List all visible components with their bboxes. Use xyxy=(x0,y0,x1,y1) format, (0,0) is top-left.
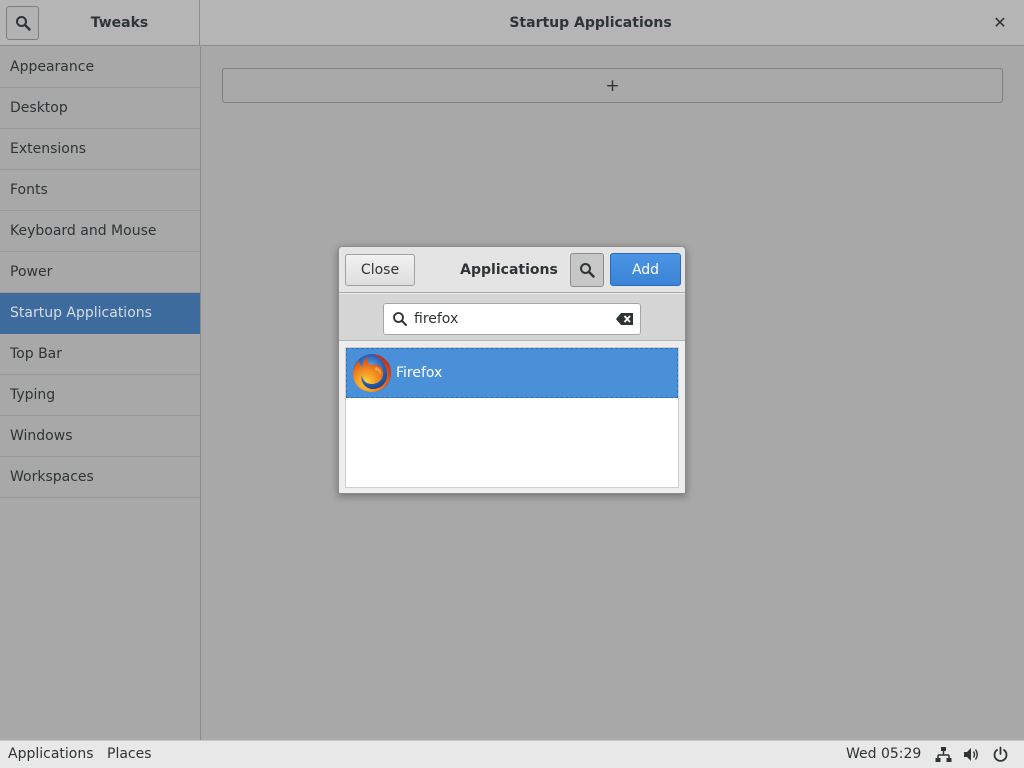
firefox-icon xyxy=(353,354,392,392)
sidebar-item-desktop[interactable]: Desktop xyxy=(0,88,200,129)
network-icon[interactable] xyxy=(935,746,952,763)
header-left: Tweaks xyxy=(0,0,200,46)
add-startup-application-button[interactable]: + xyxy=(222,68,1003,103)
search-bar: firefox xyxy=(339,294,685,341)
dialog-add-button[interactable]: Add xyxy=(610,253,681,286)
list-item-label: Firefox xyxy=(396,365,443,381)
sidebar-item-typing[interactable]: Typing xyxy=(0,375,200,416)
dialog-title: Applications xyxy=(460,262,558,278)
sidebar-item-workspaces[interactable]: Workspaces xyxy=(0,457,200,498)
clock[interactable]: Wed 05:29 xyxy=(846,741,921,768)
window-close-button[interactable]: ✕ xyxy=(990,12,1010,34)
panel-title: Startup Applications xyxy=(509,15,672,31)
header-bar: Tweaks Startup Applications ✕ xyxy=(0,0,1024,46)
sidebar: Appearance Desktop Extensions Fonts Keyboard… xyxy=(0,47,201,740)
list-item-firefox[interactable]: Firefox xyxy=(346,348,678,398)
applications-dialog: Close Applications Add firefox Firefox xyxy=(338,246,686,494)
volume-icon[interactable] xyxy=(963,746,980,763)
plus-icon: + xyxy=(605,75,620,96)
app-title: Tweaks xyxy=(90,15,149,31)
sidebar-item-extensions[interactable]: Extensions xyxy=(0,129,200,170)
sidebar-item-startup-applications[interactable]: Startup Applications xyxy=(0,293,200,334)
sidebar-item-keyboard-and-mouse[interactable]: Keyboard and Mouse xyxy=(0,211,200,252)
dialog-header: Close Applications Add xyxy=(339,247,685,293)
sidebar-item-power[interactable]: Power xyxy=(0,252,200,293)
search-input[interactable]: firefox xyxy=(383,303,641,335)
sidebar-item-fonts[interactable]: Fonts xyxy=(0,170,200,211)
dialog-close-button[interactable]: Close xyxy=(345,254,415,286)
sidebar-item-windows[interactable]: Windows xyxy=(0,416,200,457)
clear-text-icon[interactable] xyxy=(616,312,634,326)
search-input-value: firefox xyxy=(414,311,459,327)
places-menu[interactable]: Places xyxy=(107,741,152,768)
dialog-search-toggle-button[interactable] xyxy=(570,253,604,287)
applications-menu[interactable]: Applications xyxy=(8,741,94,768)
sidebar-item-appearance[interactable]: Appearance xyxy=(0,47,200,88)
close-icon: ✕ xyxy=(993,13,1007,32)
search-icon xyxy=(15,16,31,31)
search-icon xyxy=(580,263,595,278)
power-icon[interactable] xyxy=(992,746,1009,763)
bottom-panel: Applications Places Wed 05:29 xyxy=(0,740,1024,768)
sidebar-item-top-bar[interactable]: Top Bar xyxy=(0,334,200,375)
search-icon xyxy=(393,312,407,326)
search-toggle-button[interactable] xyxy=(6,6,39,40)
application-list: Firefox xyxy=(345,347,679,488)
